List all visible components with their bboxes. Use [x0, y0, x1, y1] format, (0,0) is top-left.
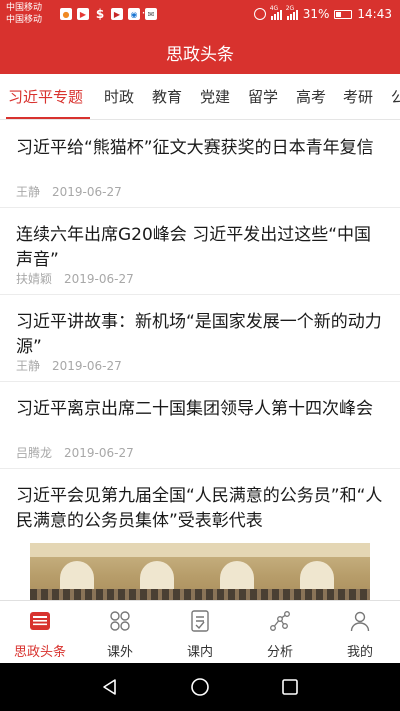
nav-item-headlines[interactable]: 思政头条	[0, 601, 80, 664]
image-ceiling	[30, 543, 370, 557]
notification-app-icon: ●	[60, 8, 72, 20]
article-image[interactable]	[30, 543, 370, 600]
notebook-icon	[191, 610, 209, 632]
signal-2g-label: 2G	[285, 5, 295, 12]
battery-icon	[334, 9, 353, 19]
nav-label: 思政头条	[13, 645, 66, 660]
bottom-navigation: 思政头条 课外 课内 分析 我的	[0, 600, 400, 663]
article-author: 王静	[16, 359, 41, 373]
article-date: 2019-06-27	[64, 446, 134, 460]
category-tabs: 习近平专题 时政 教育 党建 留学 高考 考研 公	[0, 74, 400, 120]
app-title: 思政头条	[166, 44, 234, 65]
nav-item-analysis[interactable]: 分析	[240, 601, 320, 664]
person-icon	[350, 611, 370, 632]
carrier-label: 中国移动	[6, 3, 43, 13]
tab-politics[interactable]: 时政	[104, 86, 134, 107]
message-app-icon: ✉	[145, 8, 157, 20]
article-feed[interactable]: 习近平给“熊猫杯”征文大赛获奖的日本青年复信 王静 2019-06-27 连续六年…	[0, 121, 400, 600]
signal-2g-icon: 2G	[285, 5, 298, 20]
app-header: 思政头条	[0, 30, 400, 74]
article-title[interactable]: 习近平会见第九届全国“人民满意的公务员”和“人民满意的公务员集体”受表彰代表	[16, 484, 384, 534]
alarm-icon	[253, 8, 266, 20]
status-bar: 中国移动 中国移动 ● ▶ $ ▶ ◉ ✉ ··· 4G 2G 31% 14:4…	[0, 0, 400, 30]
tab-education[interactable]: 教育	[152, 86, 182, 107]
recents-icon[interactable]	[280, 677, 300, 697]
system-status: 4G 2G 31% 14:43	[253, 5, 392, 21]
play-app-icon: ▶	[111, 8, 123, 20]
back-icon[interactable]	[100, 677, 120, 697]
article-author: 吕腾龙	[16, 446, 53, 460]
active-tab-indicator	[6, 117, 90, 119]
tab-gaokao[interactable]: 高考	[296, 86, 326, 107]
tab-partial[interactable]: 公	[391, 86, 400, 107]
article-item[interactable]: 习近平讲故事：新机场“是国家发展一个新的动力源” 王静 2019-06-27	[0, 295, 400, 382]
dollar-app-icon: $	[95, 7, 105, 21]
image-arch	[220, 561, 254, 591]
tab-kaoyan[interactable]: 考研	[343, 86, 373, 107]
article-title[interactable]: 习近平给“熊猫杯”征文大赛获奖的日本青年复信	[16, 136, 384, 161]
image-arch	[140, 561, 174, 591]
image-arch	[300, 561, 334, 591]
article-date: 2019-06-27	[52, 185, 122, 199]
image-crowd	[30, 589, 370, 600]
article-author: 扶婧颖	[16, 272, 53, 286]
tab-xi-special[interactable]: 习近平专题	[8, 86, 83, 107]
home-icon[interactable]	[190, 677, 210, 697]
nav-label: 课外	[106, 645, 133, 660]
clover-icon	[110, 611, 130, 631]
article-item[interactable]: 习近平给“熊猫杯”征文大赛获奖的日本青年复信 王静 2019-06-27	[0, 121, 400, 208]
article-title[interactable]: 习近平讲故事：新机场“是国家发展一个新的动力源”	[16, 310, 384, 360]
article-item[interactable]: 连续六年出席G20峰会 习近平发出过这些“中国声音” 扶婧颖 2019-06-27	[0, 208, 400, 295]
article-meta: 吕腾龙 2019-06-27	[16, 444, 134, 461]
article-meta: 王静 2019-06-27	[16, 357, 122, 374]
article-meta: 扶婧颖 2019-06-27	[16, 270, 134, 287]
network-icon	[270, 611, 290, 631]
nav-label: 我的	[346, 645, 373, 660]
app-screen: 中国移动 中国移动 ● ▶ $ ▶ ◉ ✉ ··· 4G 2G 31% 14:4…	[0, 0, 400, 711]
battery-percent: 31%	[302, 7, 330, 21]
article-date: 2019-06-27	[64, 272, 134, 286]
article-title[interactable]: 连续六年出席G20峰会 习近平发出过这些“中国声音”	[16, 223, 384, 273]
article-item[interactable]: 习近平离京出席二十国集团领导人第十四次峰会 吕腾龙 2019-06-27	[0, 382, 400, 469]
article-date: 2019-06-27	[52, 359, 122, 373]
carrier-label: 中国移动	[6, 15, 43, 25]
newspaper-icon	[30, 612, 50, 630]
nav-label: 分析	[266, 645, 293, 660]
carrier-info: 中国移动 中国移动	[6, 2, 42, 26]
image-arch	[60, 561, 94, 591]
clock: 14:43	[357, 7, 392, 21]
system-navigation-bar	[0, 663, 400, 711]
article-author: 王静	[16, 185, 41, 199]
signal-4g-label: 4G	[269, 5, 279, 12]
article-meta: 王静 2019-06-27	[16, 183, 122, 200]
tab-study-abroad[interactable]: 留学	[248, 86, 278, 107]
tab-party-building[interactable]: 党建	[200, 86, 230, 107]
nav-label: 课内	[186, 645, 213, 660]
nav-item-profile[interactable]: 我的	[320, 601, 400, 664]
nav-item-in-class[interactable]: 课内	[160, 601, 240, 664]
article-title[interactable]: 习近平离京出席二十国集团领导人第十四次峰会	[16, 397, 384, 422]
signal-4g-icon: 4G	[269, 5, 282, 20]
video-app-icon: ▶	[77, 8, 89, 20]
nav-item-extracurricular[interactable]: 课外	[80, 601, 160, 664]
more-notifications-icon: ···	[132, 6, 147, 20]
